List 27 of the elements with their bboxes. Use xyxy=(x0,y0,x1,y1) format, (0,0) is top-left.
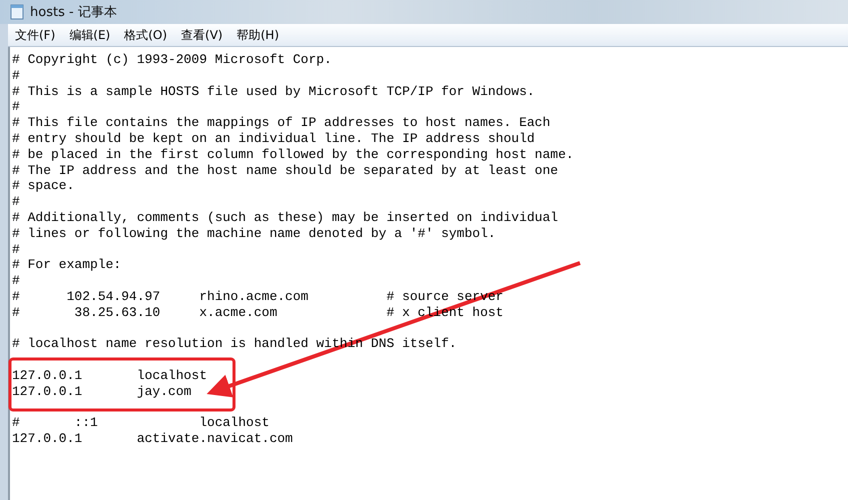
text-line: # This file contains the mappings of IP addresses to host names. Each xyxy=(12,115,552,131)
text-line: 127.0.0.1 activate.navicat.com xyxy=(12,431,294,447)
text-line: # lines or following the machine name denoted by a '#' symbol. xyxy=(12,226,497,242)
text-line: # Additionally, comments (such as these) may be inserted on individual xyxy=(12,210,560,226)
text-line: # The IP address and the host name should be separated by at least one xyxy=(12,162,560,178)
text-line: # be placed in the first column followed by the corresponding host name. xyxy=(12,146,575,163)
menu-item[interactable]: 查看(V) xyxy=(174,24,230,46)
text-line: # xyxy=(12,68,21,84)
text-line: # ::1 localhost xyxy=(12,415,270,432)
text-line: # This is a sample HOSTS file used by Microsoft TCP/IP for Windows. xyxy=(12,84,536,100)
text-line: # space. xyxy=(12,178,76,194)
text-line: # Copyright (c) 1993-2009 Microsoft Corp. xyxy=(12,52,333,68)
notepad-icon xyxy=(10,4,24,20)
text-line: # xyxy=(12,99,21,116)
text-line: # xyxy=(12,273,21,289)
menu-item[interactable]: 帮助(H) xyxy=(230,24,286,46)
text-area[interactable] xyxy=(8,47,848,500)
text-line: # For example: xyxy=(12,257,122,274)
text-line: # xyxy=(12,194,21,210)
menu-item[interactable]: 文件(F) xyxy=(8,24,62,46)
text-line: # entry should be kept on an individual line. The IP address should xyxy=(12,130,536,147)
menu-item[interactable]: 格式(O) xyxy=(117,24,174,46)
menu-item[interactable]: 编辑(E) xyxy=(62,24,118,46)
window-title: hosts - 记事本 xyxy=(30,4,117,21)
text-line: 127.0.0.1 localhost xyxy=(12,368,208,384)
text-line: 127.0.0.1 jay.com xyxy=(12,384,192,400)
text-line: # xyxy=(12,242,21,258)
